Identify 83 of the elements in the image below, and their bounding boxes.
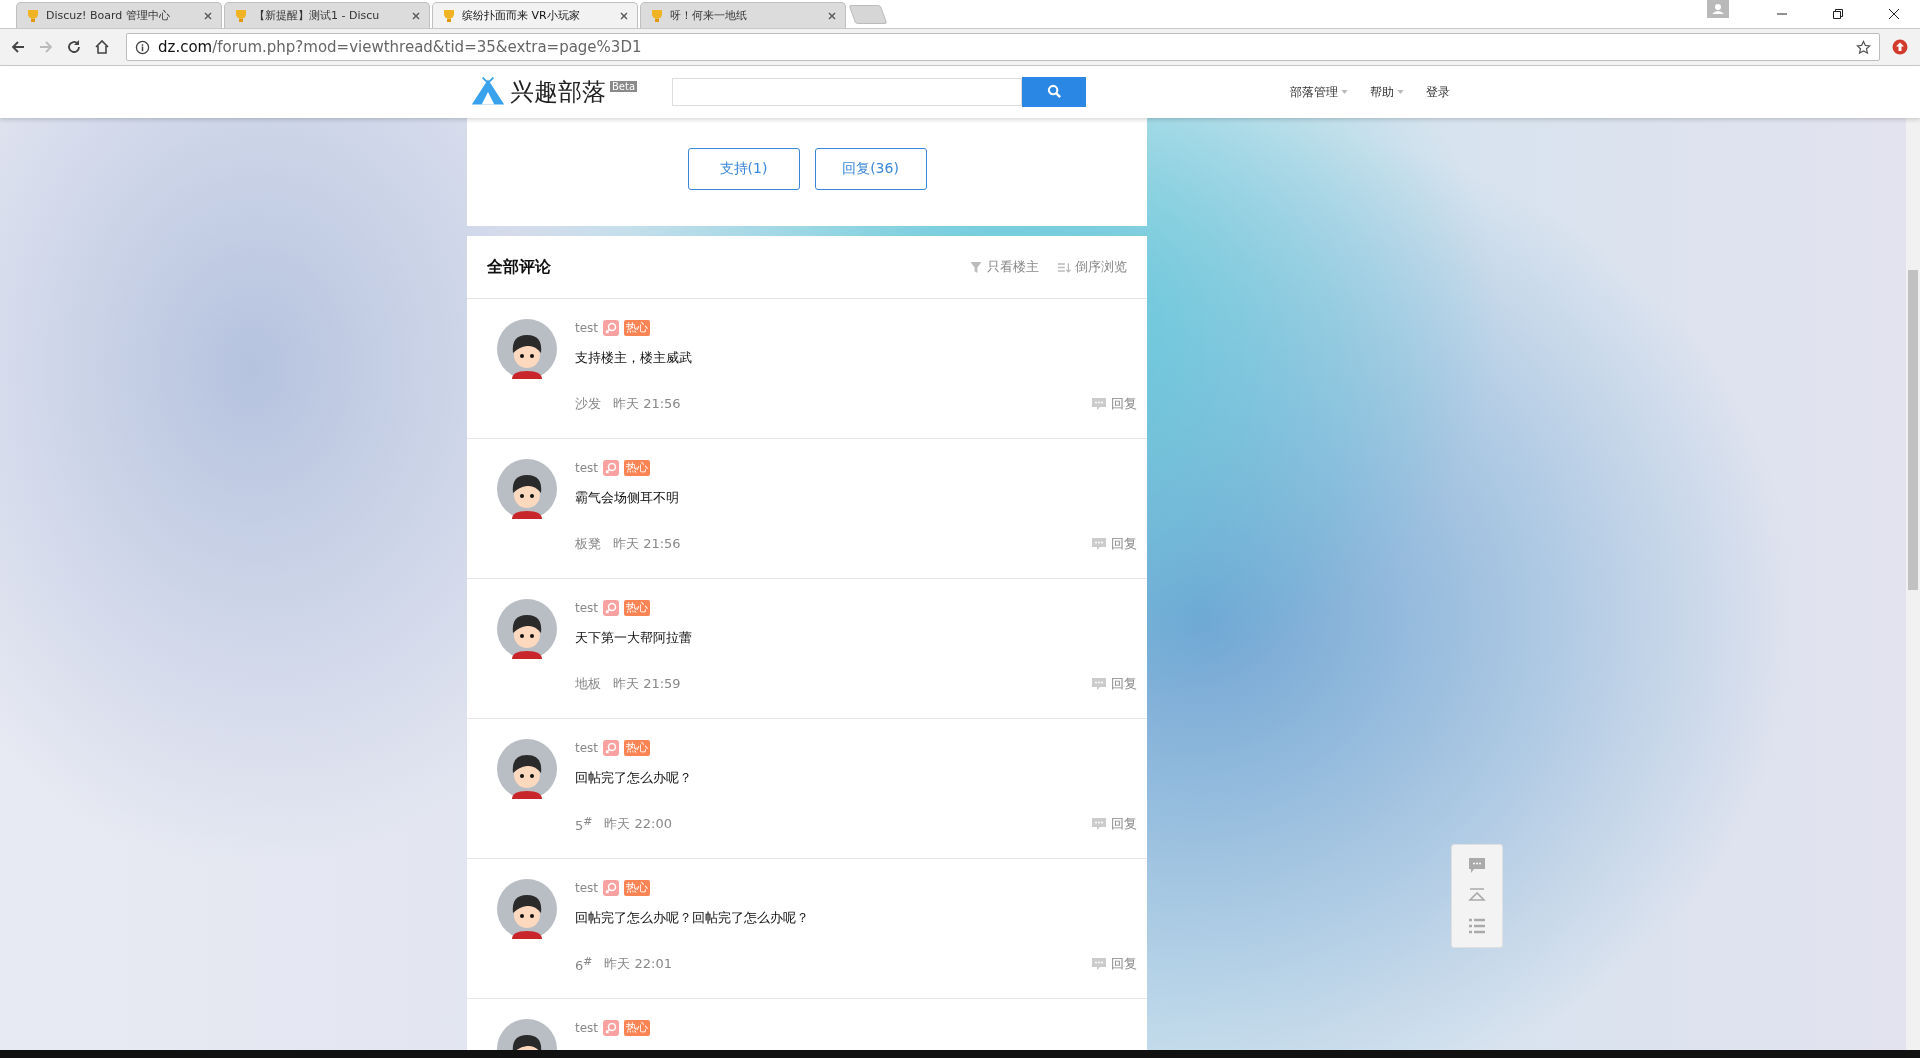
browser-tab[interactable]: Discuz! Board 管理中心 <box>16 2 222 28</box>
comment-text: 回帖完了怎么办呢？回帖完了怎么办呢？ <box>575 909 810 927</box>
action-button[interactable]: 支持(1) <box>687 148 800 190</box>
thread-tool-link[interactable]: 倒序浏览 <box>1057 258 1127 276</box>
comment-bubble-icon <box>1091 537 1107 551</box>
filter-icon <box>969 260 983 274</box>
comment-bubble-icon <box>1091 957 1107 972</box>
comment-bubble-icon <box>1091 397 1107 411</box>
reply-link[interactable]: 回复 <box>1091 395 1137 413</box>
post-time: 昨天 21:56 <box>613 535 681 553</box>
beta-badge: Beta <box>610 81 638 92</box>
avatar-icon[interactable] <box>497 739 557 799</box>
trophy-icon <box>25 7 41 24</box>
user-badge: 热心 <box>624 320 651 336</box>
thread-tool-link[interactable]: 只看楼主 <box>969 258 1039 276</box>
user-badge: 热心 <box>624 880 651 896</box>
reply-link[interactable]: 回复 <box>1091 535 1137 553</box>
reply-link[interactable]: 回复 <box>1091 675 1137 693</box>
trophy-icon <box>649 7 665 24</box>
search-field[interactable] <box>672 77 1022 106</box>
floor-label: 沙发 <box>575 395 601 413</box>
browser-tab[interactable]: 呀！何来一地纸 <box>640 2 846 28</box>
action-button[interactable]: 回复(36) <box>814 148 927 190</box>
avatar-icon[interactable] <box>497 319 557 379</box>
search-button[interactable] <box>1022 76 1086 107</box>
post-time: 昨天 21:59 <box>613 675 681 693</box>
reply-link[interactable]: 回复 <box>1091 815 1137 834</box>
post-time: 昨天 21:56 <box>613 395 681 413</box>
avatar-icon[interactable] <box>497 459 557 519</box>
extension-icon[interactable] <box>1892 39 1908 55</box>
female-symbol-badge-icon <box>603 460 620 476</box>
female-symbol-badge-icon <box>603 1020 620 1036</box>
url-text: dz.com/forum.php?mod=viewthread&tid=35&extra=page%3D1 <box>158 38 642 56</box>
comment-text: 支持楼主，楼主威武 <box>575 349 693 367</box>
user-badge: 热心 <box>624 740 651 756</box>
sort-icon <box>1057 260 1071 274</box>
site-logo-text[interactable]: 兴趣部落 <box>510 77 606 107</box>
trophy-icon <box>233 7 249 24</box>
comment-text: 天下第一大帮阿拉蕾 <box>575 629 693 647</box>
floor-label: 5$^{#}$ <box>575 815 593 834</box>
browser-tab[interactable]: 缤纷扑面而来 VR小玩家 <box>432 2 638 28</box>
floor-label: 地板 <box>575 675 601 693</box>
post-time: 昨天 22:00 <box>604 815 672 834</box>
close-icon[interactable] <box>1888 8 1900 20</box>
caret-icon <box>1397 90 1404 94</box>
avatar-icon[interactable] <box>497 879 557 939</box>
female-symbol-badge-icon <box>603 600 620 616</box>
close-icon[interactable] <box>619 10 629 21</box>
nav-link[interactable]: 部落管理 <box>1290 83 1348 101</box>
username-link[interactable]: test <box>575 321 599 335</box>
reply-link[interactable]: 回复 <box>1091 955 1137 974</box>
user-badge: 热心 <box>624 460 651 476</box>
user-badge: 热心 <box>624 600 651 616</box>
username-link[interactable]: test <box>575 461 599 475</box>
caret-icon <box>1341 90 1348 94</box>
browser-tab[interactable]: 【新提醒】测试1 - Discu <box>224 2 430 28</box>
username-link[interactable]: test <box>575 741 599 755</box>
nav-link[interactable]: 帮助 <box>1370 83 1404 101</box>
comment-text: 霸气会场侧耳不明 <box>575 489 680 507</box>
female-symbol-badge-icon <box>603 320 620 336</box>
comment-bubble-icon <box>1091 677 1107 691</box>
search-icon <box>1046 84 1062 99</box>
comments-title: 全部评论 <box>487 256 551 278</box>
floor-label: 板凳 <box>575 535 601 553</box>
avatar-icon[interactable] <box>497 599 557 659</box>
female-symbol-badge-icon <box>603 880 620 896</box>
username-link[interactable]: test <box>575 881 599 895</box>
restore-icon[interactable] <box>1832 8 1844 20</box>
post-time: 昨天 22:01 <box>604 955 672 974</box>
info-icon[interactable] <box>135 39 150 55</box>
star-icon[interactable] <box>1856 39 1871 55</box>
scrollbar-thumb[interactable] <box>1908 270 1918 590</box>
nav-link[interactable]: 登录 <box>1426 83 1450 101</box>
comment-bubble-icon <box>1091 817 1107 832</box>
comment-text: 回帖完了怎么办呢？ <box>575 769 693 787</box>
female-symbol-badge-icon <box>603 740 620 756</box>
user-badge: 热心 <box>624 1020 651 1036</box>
username-link[interactable]: test <box>575 601 599 615</box>
address-bar[interactable]: dz.com/forum.php?mod=viewthread&tid=35&extra=page%3D1 <box>126 33 1880 61</box>
username-link[interactable]: test <box>575 1021 599 1035</box>
floor-label: 6$^{#}$ <box>575 955 593 974</box>
tent-logo-icon <box>470 77 506 107</box>
trophy-icon <box>441 7 457 24</box>
